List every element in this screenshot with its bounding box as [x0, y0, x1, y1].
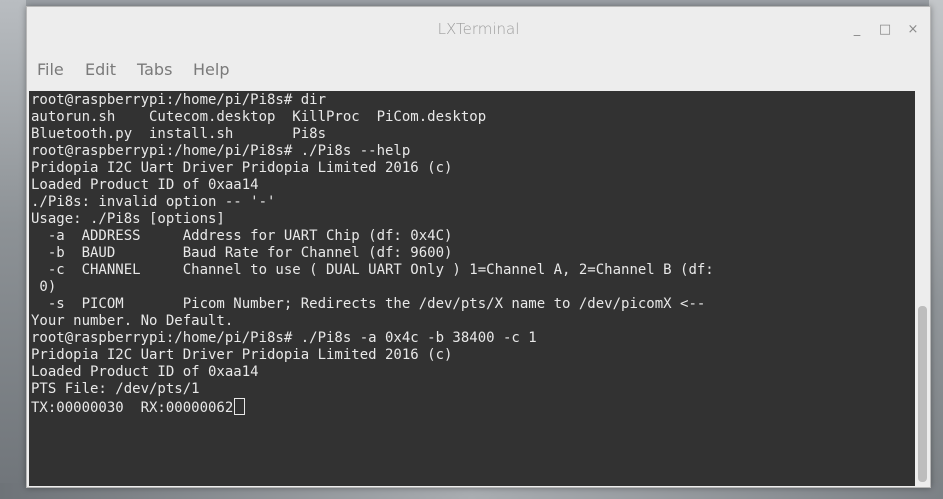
- maximize-button[interactable]: □: [874, 19, 896, 39]
- vertical-scrollbar[interactable]: [915, 91, 930, 486]
- terminal-line: -b BAUD Baud Rate for Channel (df: 9600): [31, 245, 453, 261]
- terminal-output-area[interactable]: root@raspberrypi:/home/pi/Pi8s# dir auto…: [29, 91, 915, 486]
- desktop-background-left: [0, 0, 26, 499]
- terminal-line: -a ADDRESS Address for UART Chip (df: 0x…: [31, 228, 453, 244]
- close-button[interactable]: ×: [902, 19, 924, 39]
- terminal-line: -s PICOM Picom Number; Redirects the /de…: [31, 296, 706, 312]
- terminal-line: PTS File: /dev/pts/1: [31, 381, 200, 397]
- terminal-line: ./Pi8s: invalid option -- '-': [31, 194, 276, 210]
- close-icon: ×: [907, 21, 919, 37]
- desktop-background-right: [929, 0, 943, 499]
- menu-file[interactable]: File: [37, 60, 64, 79]
- terminal-line: 0): [31, 279, 57, 295]
- terminal-line: TX:00000030 RX:00000062: [31, 400, 234, 416]
- terminal-text: root@raspberrypi:/home/pi/Pi8s# dir auto…: [31, 92, 714, 417]
- text-cursor: [234, 398, 246, 415]
- lxterminal-window: LXTerminal _ □ × File Edit Tabs Help roo…: [26, 6, 931, 488]
- terminal-line: root@raspberrypi:/home/pi/Pi8s# ./Pi8s -…: [31, 143, 411, 159]
- window-controls: _ □ ×: [846, 19, 924, 39]
- scrollbar-thumb[interactable]: [918, 306, 927, 482]
- terminal-line: Your number. No Default.: [31, 313, 234, 329]
- terminal-line: Pridopia I2C Uart Driver Pridopia Limite…: [31, 160, 453, 176]
- title-bar[interactable]: LXTerminal _ □ ×: [27, 7, 930, 51]
- terminal-line: Loaded Product ID of 0xaa14: [31, 177, 259, 193]
- menu-help[interactable]: Help: [193, 60, 229, 79]
- terminal-line: root@raspberrypi:/home/pi/Pi8s# ./Pi8s -…: [31, 330, 537, 346]
- terminal-line: Loaded Product ID of 0xaa14: [31, 364, 259, 380]
- terminal-line: Pridopia I2C Uart Driver Pridopia Limite…: [31, 347, 453, 363]
- window-title: LXTerminal: [437, 20, 520, 38]
- terminal-line: Bluetooth.py install.sh Pi8s: [31, 126, 327, 142]
- terminal-line: Usage: ./Pi8s [options]: [31, 211, 225, 227]
- minimize-icon: _: [853, 21, 861, 37]
- minimize-button[interactable]: _: [846, 19, 868, 39]
- terminal-line: autorun.sh Cutecom.desktop KillProc PiCo…: [31, 109, 487, 125]
- terminal-line: -c CHANNEL Channel to use ( DUAL UART On…: [31, 262, 714, 278]
- menu-tabs[interactable]: Tabs: [137, 60, 172, 79]
- menu-bar: File Edit Tabs Help: [27, 51, 930, 91]
- menu-edit[interactable]: Edit: [85, 60, 116, 79]
- terminal-line: root@raspberrypi:/home/pi/Pi8s# dir: [31, 92, 327, 108]
- maximize-icon: □: [878, 21, 892, 37]
